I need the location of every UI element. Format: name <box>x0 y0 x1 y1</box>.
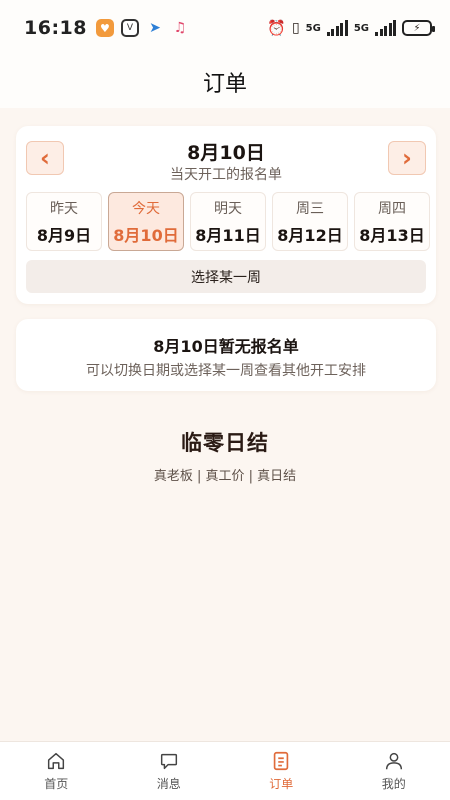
signal-icon <box>326 20 348 36</box>
page-header: 订单 <box>0 56 450 108</box>
nav-label: 消息 <box>156 777 181 791</box>
brand-title: 临零日结 <box>181 431 269 455</box>
select-week-button[interactable]: 选择某一周 <box>26 260 426 293</box>
signal-icon-2 <box>375 20 396 36</box>
day-date: 8月13日 <box>359 225 425 245</box>
profile-icon <box>385 752 402 770</box>
day-option-thursday[interactable]: 周四 8月13日 <box>354 192 430 251</box>
chevron-right-icon: › <box>402 144 412 172</box>
vibrate-icon: ▯ <box>291 20 300 36</box>
battery-charging-icon: ⚡ <box>402 20 435 36</box>
day-name: 周四 <box>378 200 406 217</box>
nav-item-profile[interactable]: 我的 <box>359 750 429 792</box>
alarm-icon: ⏰ <box>267 19 286 37</box>
order-icon <box>274 751 289 771</box>
empty-state-title: 8月10日暂无报名单 <box>153 337 299 356</box>
brand-block: 临零日结 真老板 | 真工价 | 真日结 <box>0 427 450 484</box>
nav-label: 我的 <box>381 777 406 791</box>
status-time: 16:18 <box>24 17 87 39</box>
nav-item-home[interactable]: 首页 <box>21 750 91 792</box>
day-option-today[interactable]: 今天 8月10日 <box>108 192 184 251</box>
network-type-1: 5G <box>305 22 321 34</box>
nav-item-orders[interactable]: 订单 <box>246 750 316 792</box>
date-picker-card: ‹ 8月10日 当天开工的报名单 › 昨天 8月9日 今天 8月10日 明天 8… <box>16 126 436 304</box>
current-date: 8月10日 <box>187 142 265 164</box>
nav-label: 订单 <box>269 777 294 791</box>
day-option-yesterday[interactable]: 昨天 8月9日 <box>26 192 102 251</box>
day-date: 8月11日 <box>195 225 261 245</box>
day-name: 明天 <box>214 200 242 217</box>
day-date: 8月10日 <box>113 225 179 245</box>
day-name: 周三 <box>296 200 324 217</box>
day-date: 8月9日 <box>36 225 92 245</box>
empty-state-description: 可以切换日期或选择某一周查看其他开工安排 <box>86 363 366 379</box>
brand-tagline: 真老板 | 真工价 | 真日结 <box>153 469 297 484</box>
page-title: 订单 <box>202 72 247 97</box>
day-date: 8月12日 <box>277 225 343 245</box>
bottom-navigation: 首页 消息 订单 我的 <box>0 741 450 800</box>
app-notification-icon: ♥ <box>95 19 114 37</box>
network-type-2: 5G <box>353 22 369 34</box>
status-bar: 16:18 ♥ V ➤ ♫ ⏰ ▯ 5G 5G ⚡ <box>0 0 450 56</box>
message-icon <box>160 753 177 770</box>
nav-item-messages[interactable]: 消息 <box>134 750 204 792</box>
home-icon <box>48 752 65 770</box>
nav-label: 首页 <box>44 777 69 791</box>
day-name: 今天 <box>132 200 160 217</box>
next-date-button[interactable]: › <box>388 141 426 175</box>
current-date-subtitle: 当天开工的报名单 <box>170 167 282 183</box>
empty-state-card: 8月10日暂无报名单 可以切换日期或选择某一周查看其他开工安排 <box>16 319 436 391</box>
shield-app-icon: V <box>120 19 139 37</box>
day-selector: 昨天 8月9日 今天 8月10日 明天 8月11日 周三 8月12日 周四 8月… <box>26 192 430 251</box>
bird-app-icon: ➤ <box>149 20 161 36</box>
day-name: 昨天 <box>50 200 78 217</box>
day-option-tomorrow[interactable]: 明天 8月11日 <box>190 192 266 251</box>
day-option-wednesday[interactable]: 周三 8月12日 <box>272 192 348 251</box>
music-app-icon: ♫ <box>173 20 187 36</box>
